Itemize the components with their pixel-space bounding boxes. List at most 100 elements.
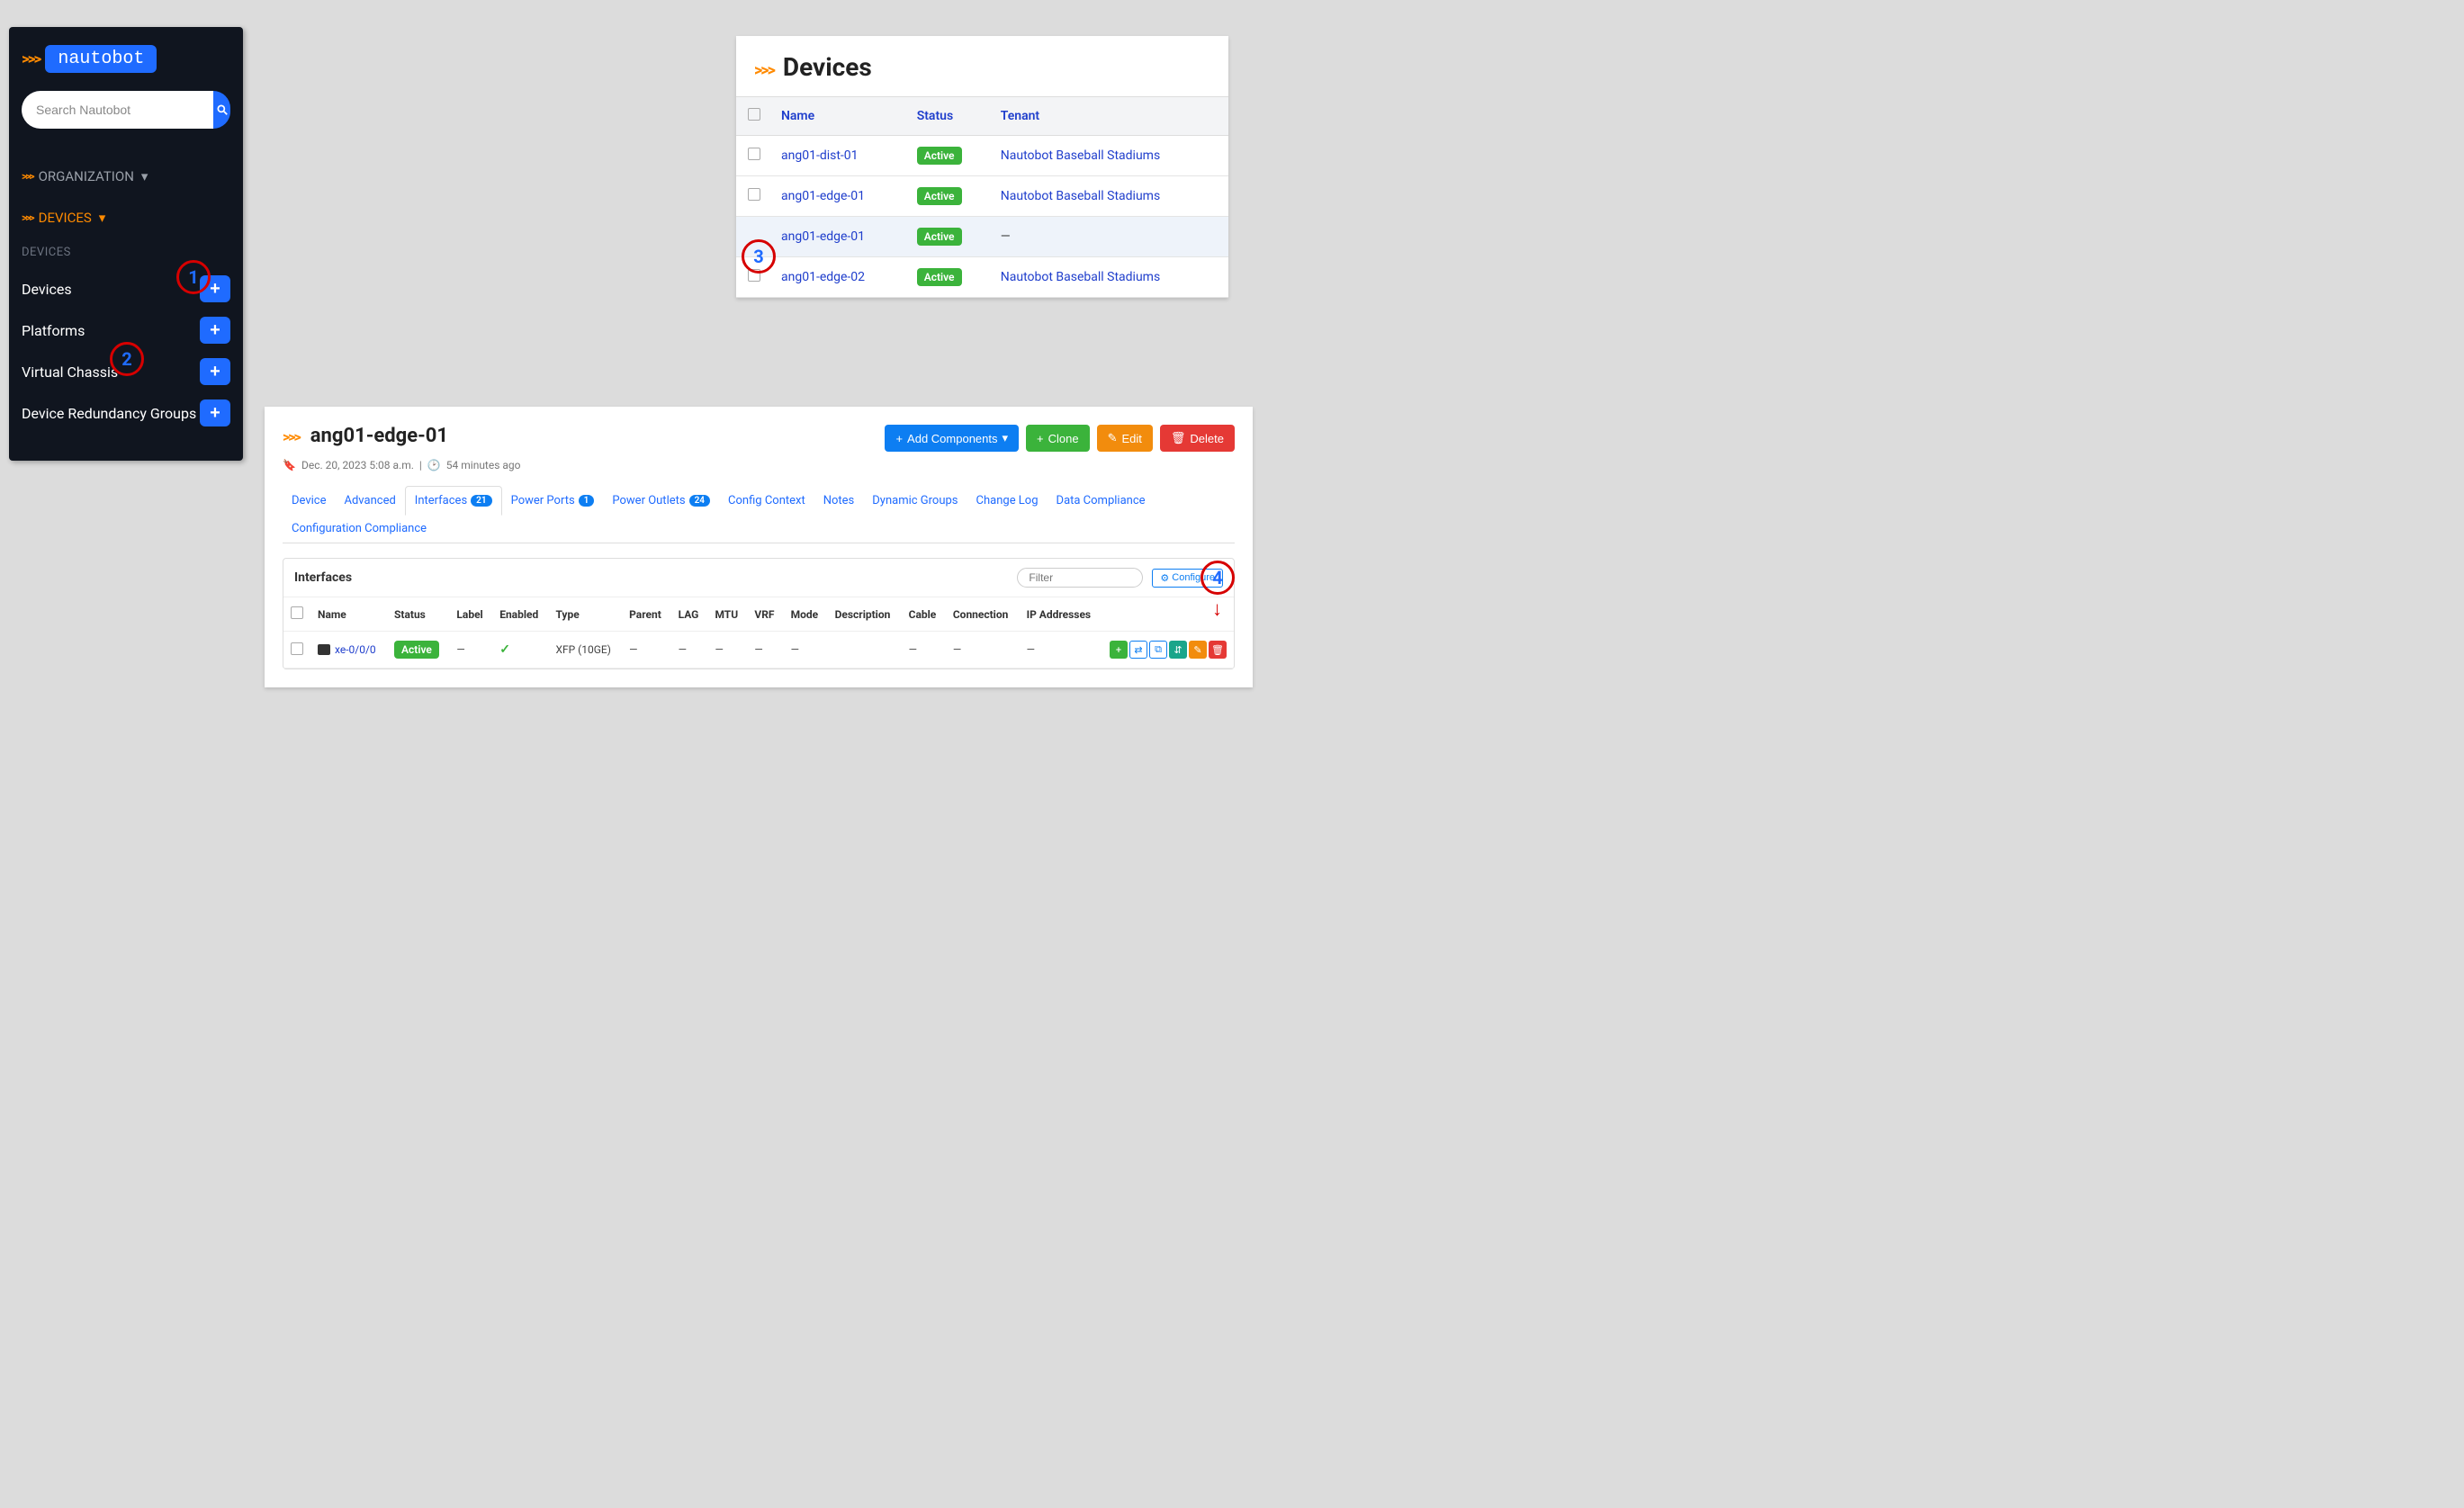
tab-label: Power Outlets	[612, 494, 685, 507]
add-components-button[interactable]: + Add Components ▾	[885, 425, 1019, 452]
tab-dynamic-groups[interactable]: Dynamic Groups	[863, 486, 967, 515]
interface-link[interactable]: xe-0/0/0	[335, 643, 376, 656]
col-label: Label	[449, 597, 492, 632]
devices-list-panel: >>> Devices Name Status Tenant ang01-dis…	[736, 36, 1228, 298]
sidebar-item-label[interactable]: Platforms	[22, 322, 200, 339]
row-checkbox[interactable]	[291, 642, 303, 655]
row-checkbox[interactable]	[748, 188, 760, 201]
nav-devices[interactable]: >>> DEVICES ▾	[22, 197, 230, 238]
row-checkbox[interactable]	[748, 269, 760, 282]
tenant-link[interactable]: Nautobot Baseball Stadiums	[1001, 270, 1160, 284]
panel-title-row: >>> Devices	[736, 52, 1228, 96]
sidebar-item-label[interactable]: Devices	[22, 281, 200, 298]
sidebar-item-virtual-chassis: Virtual Chassis +	[22, 351, 230, 392]
cell-mtu: —	[707, 632, 747, 669]
sidebar-item-label[interactable]: Device Redundancy Groups	[22, 405, 200, 422]
row-checkbox[interactable]	[748, 148, 760, 160]
col-connection: Connection	[946, 597, 1020, 632]
meta-row: 🔖 Dec. 20, 2023 5:08 a.m. | 🕑 54 minutes…	[283, 459, 1235, 471]
add-device-button[interactable]: +	[200, 275, 230, 302]
button-label: Edit	[1122, 432, 1142, 445]
select-all-checkbox[interactable]	[748, 108, 760, 121]
trash-icon: 🗑	[1171, 431, 1186, 445]
button-label: Delete	[1190, 432, 1224, 445]
tab-badge: 21	[471, 495, 491, 507]
logo-text: nautobot	[45, 45, 157, 73]
edit-interface-button[interactable]: ✎	[1189, 641, 1207, 659]
detail-title-row: >>> ang01-edge-01	[283, 425, 448, 447]
delete-interface-button[interactable]: 🗑	[1209, 641, 1227, 659]
tab-data-compliance[interactable]: Data Compliance	[1048, 486, 1155, 515]
interface-icon	[318, 644, 330, 655]
detail-header: >>> ang01-edge-01 + Add Components ▾ + C…	[283, 425, 1235, 452]
sidebar-item-label[interactable]: Virtual Chassis	[22, 364, 200, 381]
device-link[interactable]: ang01-edge-02	[781, 270, 865, 284]
tab-row: Device Advanced Interfaces 21 Power Port…	[283, 486, 1235, 543]
configure-label: Configure	[1172, 572, 1215, 583]
tab-config-context[interactable]: Config Context	[719, 486, 814, 515]
cell-label: —	[449, 632, 492, 669]
tab-config-compliance[interactable]: Configuration Compliance	[283, 515, 436, 543]
table-row: ang01-edge-01 Active —	[736, 217, 1228, 257]
chevron-down-icon: ▾	[99, 210, 106, 226]
logo-arrows-icon: >>>	[22, 50, 40, 68]
nav-organization-label: ORGANIZATION	[39, 168, 134, 184]
search-button[interactable]	[213, 91, 230, 129]
chevron-arrows-icon: >>>	[22, 170, 33, 183]
row-actions: + ⇄ ⧉ ⇵ ✎ 🗑	[1110, 641, 1227, 659]
tab-label: Config Context	[728, 494, 805, 507]
status-badge: Active	[394, 641, 439, 659]
tab-interfaces[interactable]: Interfaces 21	[405, 486, 502, 516]
search-input[interactable]	[22, 91, 213, 129]
status-badge: Active	[917, 147, 962, 165]
select-all-checkbox[interactable]	[291, 606, 303, 619]
device-link[interactable]: ang01-dist-01	[781, 148, 859, 163]
column-status[interactable]: Status	[908, 97, 992, 136]
tab-badge: 24	[689, 495, 710, 507]
tab-advanced[interactable]: Advanced	[336, 486, 405, 515]
col-parent: Parent	[622, 597, 670, 632]
tab-power-ports[interactable]: Power Ports 1	[502, 486, 604, 515]
logo-row: >>> nautobot	[22, 45, 230, 73]
tab-device[interactable]: Device	[283, 486, 336, 515]
plus-icon: +	[1037, 432, 1044, 445]
add-redundancy-group-button[interactable]: +	[200, 399, 230, 426]
column-tenant[interactable]: Tenant	[992, 97, 1228, 136]
tab-power-outlets[interactable]: Power Outlets 24	[603, 486, 719, 515]
device-link[interactable]: ang01-edge-01	[781, 229, 865, 244]
device-link[interactable]: ang01-edge-01	[781, 189, 865, 203]
add-virtual-chassis-button[interactable]: +	[200, 358, 230, 385]
cell-parent: —	[622, 632, 670, 669]
nav-organization[interactable]: >>> ORGANIZATION ▾	[22, 156, 230, 197]
tenant-link[interactable]: Nautobot Baseball Stadiums	[1001, 189, 1160, 203]
delete-button[interactable]: 🗑 Delete	[1160, 425, 1235, 452]
tab-change-log[interactable]: Change Log	[967, 486, 1048, 515]
edit-button[interactable]: ✎ Edit	[1097, 425, 1153, 452]
sidebar-subheading: DEVICES	[22, 246, 230, 259]
clock-icon: 🕑	[427, 459, 441, 471]
interfaces-table-header: Interfaces ⚙ Configure	[283, 559, 1234, 597]
col-vrf: VRF	[747, 597, 783, 632]
tenant-link[interactable]: Nautobot Baseball Stadiums	[1001, 148, 1160, 163]
device-detail-panel: >>> ang01-edge-01 + Add Components ▾ + C…	[265, 407, 1253, 687]
sidebar-item-platforms: Platforms +	[22, 310, 230, 351]
tab-notes[interactable]: Notes	[814, 486, 864, 515]
cell-connection: —	[946, 632, 1020, 669]
sidebar: >>> nautobot >>> ORGANIZATION ▾ >>> DEVI…	[9, 27, 243, 461]
clone-button[interactable]: + Clone	[1026, 425, 1090, 452]
interface-row: xe-0/0/0 Active — ✓ XFP (10GE) — — — — —…	[283, 632, 1234, 669]
interfaces-filter-input[interactable]	[1017, 568, 1143, 588]
tenant-empty: —	[1001, 229, 1011, 244]
cell-vrf: —	[747, 632, 783, 669]
tab-label: Data Compliance	[1057, 494, 1146, 507]
add-platform-button[interactable]: +	[200, 317, 230, 344]
col-mode: Mode	[784, 597, 828, 632]
swap-button[interactable]: ⇄	[1129, 641, 1147, 659]
column-name[interactable]: Name	[772, 97, 908, 136]
link-button[interactable]: ⧉	[1149, 641, 1167, 659]
col-enabled: Enabled	[492, 597, 548, 632]
interfaces-table-section: Interfaces ⚙ Configure Name Status Label…	[283, 558, 1235, 669]
add-ip-button[interactable]: +	[1110, 641, 1128, 659]
trace-button[interactable]: ⇵	[1169, 641, 1187, 659]
configure-button[interactable]: ⚙ Configure	[1152, 569, 1223, 588]
